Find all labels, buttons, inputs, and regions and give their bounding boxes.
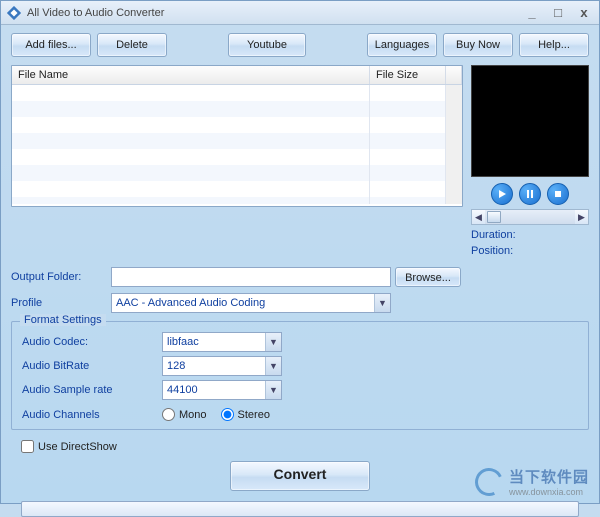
file-list-body-name: [12, 85, 370, 204]
browse-button[interactable]: Browse...: [395, 267, 461, 287]
position-label: Position:: [471, 245, 589, 257]
audio-codec-label: Audio Codec:: [22, 336, 162, 348]
mono-radio-label[interactable]: Mono: [162, 408, 207, 421]
close-button[interactable]: x: [575, 6, 593, 20]
file-list-scrollbar[interactable]: [446, 85, 462, 204]
profile-value: AAC - Advanced Audio Coding: [112, 297, 374, 309]
help-button[interactable]: Help...: [519, 33, 589, 57]
maximize-button[interactable]: □: [549, 6, 567, 20]
audio-channels-label: Audio Channels: [22, 409, 162, 421]
watermark-text: 当下软件园: [509, 466, 589, 487]
column-header-filename[interactable]: File Name: [12, 66, 370, 84]
column-header-filesize[interactable]: File Size: [370, 66, 446, 84]
duration-label: Duration:: [471, 229, 589, 241]
stereo-radio[interactable]: [221, 408, 234, 421]
buy-now-button[interactable]: Buy Now: [443, 33, 513, 57]
progress-bar: [21, 501, 579, 517]
stereo-radio-label[interactable]: Stereo: [221, 408, 270, 421]
audio-sample-select[interactable]: 44100 ▼: [162, 380, 282, 400]
watermark-logo-icon: [471, 464, 507, 500]
audio-codec-value: libfaac: [163, 336, 265, 348]
window-title: All Video to Audio Converter: [27, 7, 523, 19]
video-preview: [471, 65, 589, 177]
audio-codec-select[interactable]: libfaac ▼: [162, 332, 282, 352]
output-folder-label: Output Folder:: [11, 271, 111, 283]
app-icon: [7, 6, 21, 20]
chevron-down-icon[interactable]: ▼: [265, 333, 281, 351]
mono-radio[interactable]: [162, 408, 175, 421]
audio-bitrate-value: 128: [163, 360, 265, 372]
seek-bar[interactable]: ◀ ▶: [471, 209, 589, 225]
audio-bitrate-select[interactable]: 128 ▼: [162, 356, 282, 376]
watermark: 当下软件园 www.downxia.com: [475, 466, 589, 497]
convert-button[interactable]: Convert: [230, 461, 370, 491]
profile-label: Profile: [11, 297, 111, 309]
languages-button[interactable]: Languages: [367, 33, 437, 57]
stop-button[interactable]: [547, 183, 569, 205]
output-folder-input[interactable]: [111, 267, 391, 287]
use-directshow-label: Use DirectShow: [38, 441, 117, 453]
chevron-down-icon[interactable]: ▼: [374, 294, 390, 312]
watermark-url: www.downxia.com: [509, 487, 589, 497]
delete-button[interactable]: Delete: [97, 33, 167, 57]
format-settings-group: Format Settings Audio Codec: libfaac ▼ A…: [11, 321, 589, 430]
seek-right-icon[interactable]: ▶: [575, 210, 588, 224]
audio-sample-label: Audio Sample rate: [22, 384, 162, 396]
titlebar: All Video to Audio Converter _ □ x: [1, 1, 599, 25]
seek-left-icon[interactable]: ◀: [472, 210, 485, 224]
chevron-down-icon[interactable]: ▼: [265, 381, 281, 399]
minimize-button[interactable]: _: [523, 6, 541, 20]
use-directshow-checkbox[interactable]: [21, 440, 34, 453]
youtube-button[interactable]: Youtube: [228, 33, 306, 57]
add-files-button[interactable]: Add files...: [11, 33, 91, 57]
audio-bitrate-label: Audio BitRate: [22, 360, 162, 372]
play-button[interactable]: [491, 183, 513, 205]
chevron-down-icon[interactable]: ▼: [265, 357, 281, 375]
toolbar: Add files... Delete Youtube Languages Bu…: [1, 25, 599, 65]
audio-sample-value: 44100: [163, 384, 265, 396]
seek-thumb[interactable]: [487, 211, 501, 223]
pause-button[interactable]: [519, 183, 541, 205]
column-header-spacer: [446, 66, 462, 84]
format-settings-legend: Format Settings: [20, 314, 106, 326]
file-list-body-size: [370, 85, 446, 204]
file-list[interactable]: File Name File Size: [11, 65, 463, 207]
profile-select[interactable]: AAC - Advanced Audio Coding ▼: [111, 293, 391, 313]
